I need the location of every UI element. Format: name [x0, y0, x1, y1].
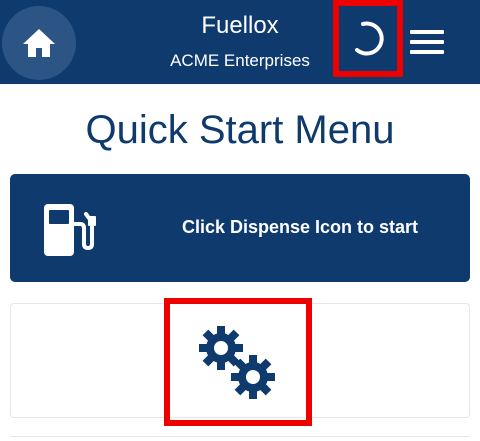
app-name: Fuellox — [201, 12, 279, 39]
home-icon — [23, 29, 55, 57]
company-name: ACME Enterprises — [170, 51, 310, 70]
settings-button[interactable] — [164, 298, 312, 426]
fuel-pump-icon[interactable] — [42, 202, 100, 258]
card-divider — [10, 436, 470, 437]
dispense-card[interactable]: Click Dispense Icon to start — [10, 174, 470, 282]
dispense-instruction: Click Dispense Icon to start — [181, 217, 419, 237]
hamburger-menu-button[interactable] — [408, 27, 446, 57]
loading-indicator[interactable] — [333, 0, 403, 77]
page-title: Quick Start Menu — [85, 108, 395, 152]
top-bar: Fuellox ACME Enterprises — [0, 0, 480, 84]
gears-icon — [199, 326, 275, 399]
loading-spinner-icon — [355, 21, 384, 55]
home-button[interactable] — [2, 6, 76, 80]
hamburger-menu-icon — [410, 30, 444, 34]
